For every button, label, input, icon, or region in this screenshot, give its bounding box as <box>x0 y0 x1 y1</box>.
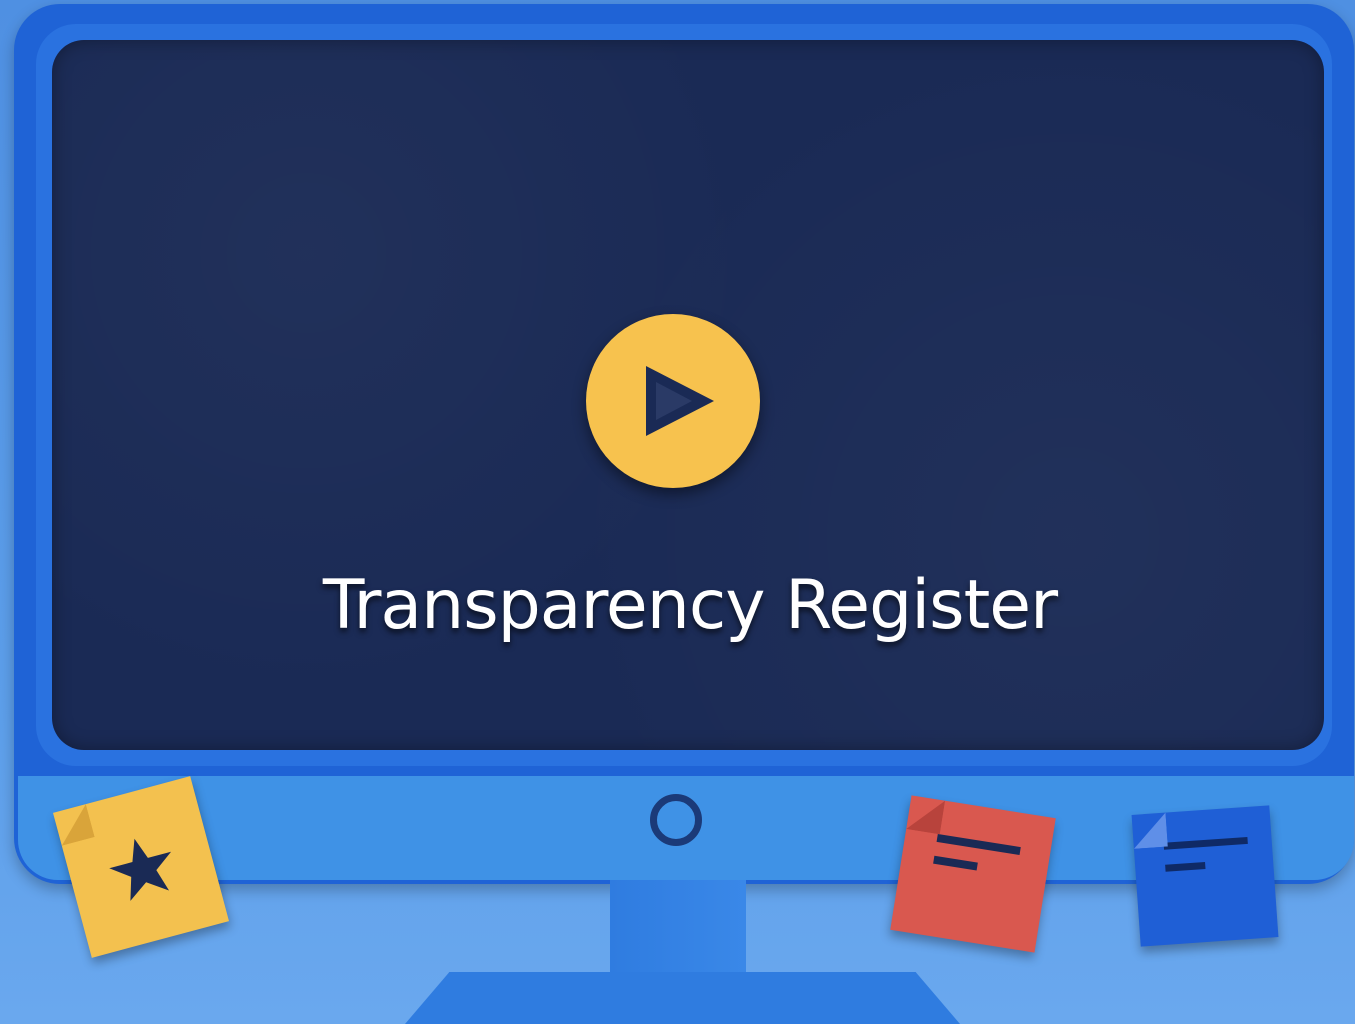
play-button[interactable] <box>586 314 760 488</box>
sticky-note-red <box>890 795 1056 953</box>
sticky-note-blue <box>1131 805 1279 947</box>
video-thumbnail-scene: Transparency Register <box>0 0 1355 1024</box>
monitor-stand-base <box>405 972 960 1024</box>
power-button-icon <box>650 794 702 846</box>
note-fold-icon <box>1133 812 1168 849</box>
monitor-stand-neck <box>610 880 746 980</box>
note-fold-icon <box>906 800 946 835</box>
play-icon <box>646 366 714 436</box>
video-title: Transparency Register <box>322 566 1058 645</box>
